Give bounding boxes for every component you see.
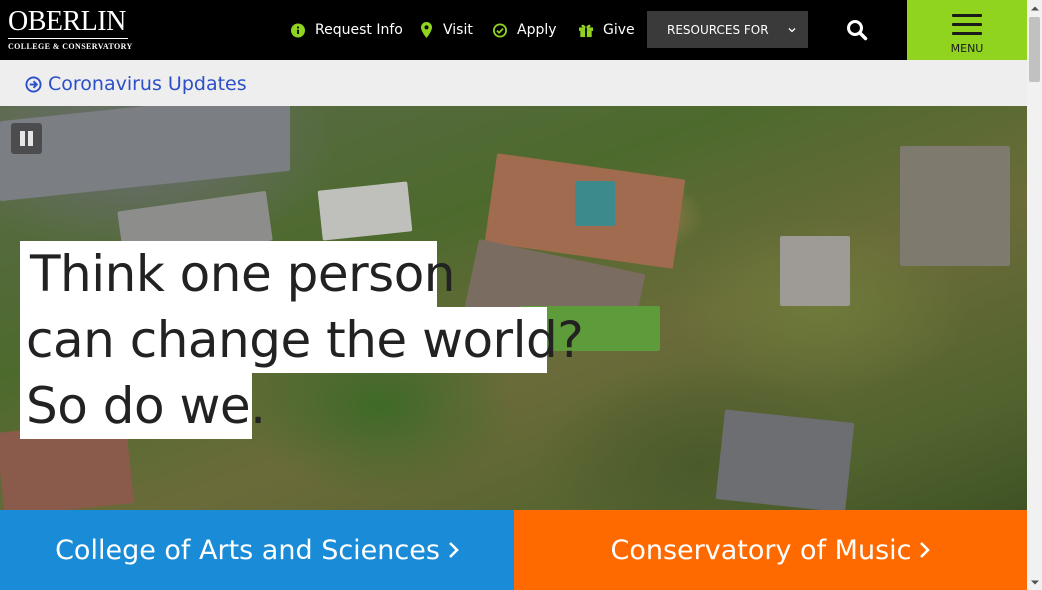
check-circle-icon (493, 22, 507, 38)
hero-building (0, 106, 290, 202)
chevron-right-icon (919, 541, 931, 559)
menu-button[interactable]: MENU (907, 0, 1027, 60)
coronavirus-updates-link[interactable]: Coronavirus Updates (25, 72, 247, 96)
nav-apply-label: Apply (517, 22, 557, 38)
college-arts-sciences-link[interactable]: College of Arts and Sciences (0, 510, 514, 590)
resources-for-label: RESOURCES FOR (667, 22, 769, 37)
alert-bar: Coronavirus Updates (0, 60, 1027, 106)
caret-down-icon (1030, 580, 1039, 584)
nav-give[interactable]: Give (579, 19, 635, 41)
scrollbar-thumb[interactable] (1029, 17, 1040, 82)
scroll-up-arrow[interactable] (1027, 0, 1042, 15)
hero-building (317, 181, 413, 241)
oberlin-logo[interactable]: OBERLIN COLLEGE & CONSERVATORY (8, 6, 133, 52)
chevron-right-icon (448, 541, 459, 559)
hero-headline-line-3: So do we. (20, 373, 266, 439)
page-scrollbar[interactable] (1027, 0, 1042, 590)
pause-button[interactable] (11, 123, 42, 154)
map-pin-icon (419, 22, 433, 38)
resources-for-dropdown[interactable]: RESOURCES FOR (647, 11, 808, 48)
caret-up-icon (1030, 6, 1039, 10)
pause-icon (20, 131, 25, 146)
nav-visit-label: Visit (443, 22, 473, 38)
gift-icon (579, 22, 593, 38)
hero-building (900, 146, 1010, 266)
conservatory-music-link[interactable]: Conservatory of Music (514, 510, 1027, 590)
page: OBERLIN COLLEGE & CONSERVATORY Request I… (0, 0, 1027, 590)
logo-name: OBERLIN (8, 6, 126, 37)
nav-request-info-label: Request Info (315, 22, 403, 38)
hero-video: Think one person can change the world? S… (0, 106, 1027, 510)
hero-building (715, 409, 855, 510)
logo-divider (8, 38, 128, 39)
coronavirus-updates-label: Coronavirus Updates (48, 73, 247, 95)
nav-request-info[interactable]: Request Info (291, 19, 403, 41)
conservatory-music-label: Conservatory of Music (610, 534, 912, 566)
hero-headline-line-1: Think one person (20, 241, 455, 307)
nav-apply[interactable]: Apply (493, 19, 557, 41)
pause-icon (28, 131, 33, 146)
nav-visit[interactable]: Visit (419, 19, 473, 41)
info-circle-icon (291, 22, 305, 38)
hero-building (780, 236, 850, 306)
hamburger-icon (952, 14, 982, 36)
search-button[interactable] (844, 17, 870, 43)
menu-label: MENU (950, 42, 984, 55)
search-icon (847, 20, 868, 41)
college-arts-sciences-label: College of Arts and Sciences (55, 534, 440, 566)
hero-headline-line-2: can change the world? (20, 307, 584, 373)
arrow-circle-right-icon (25, 75, 42, 93)
logo-tagline: COLLEGE & CONSERVATORY (8, 42, 133, 51)
scroll-down-arrow[interactable] (1027, 575, 1042, 590)
hero-building (575, 181, 615, 226)
site-header: OBERLIN COLLEGE & CONSERVATORY Request I… (0, 0, 1027, 60)
chevron-down-icon (788, 23, 796, 37)
nav-give-label: Give (603, 22, 635, 38)
